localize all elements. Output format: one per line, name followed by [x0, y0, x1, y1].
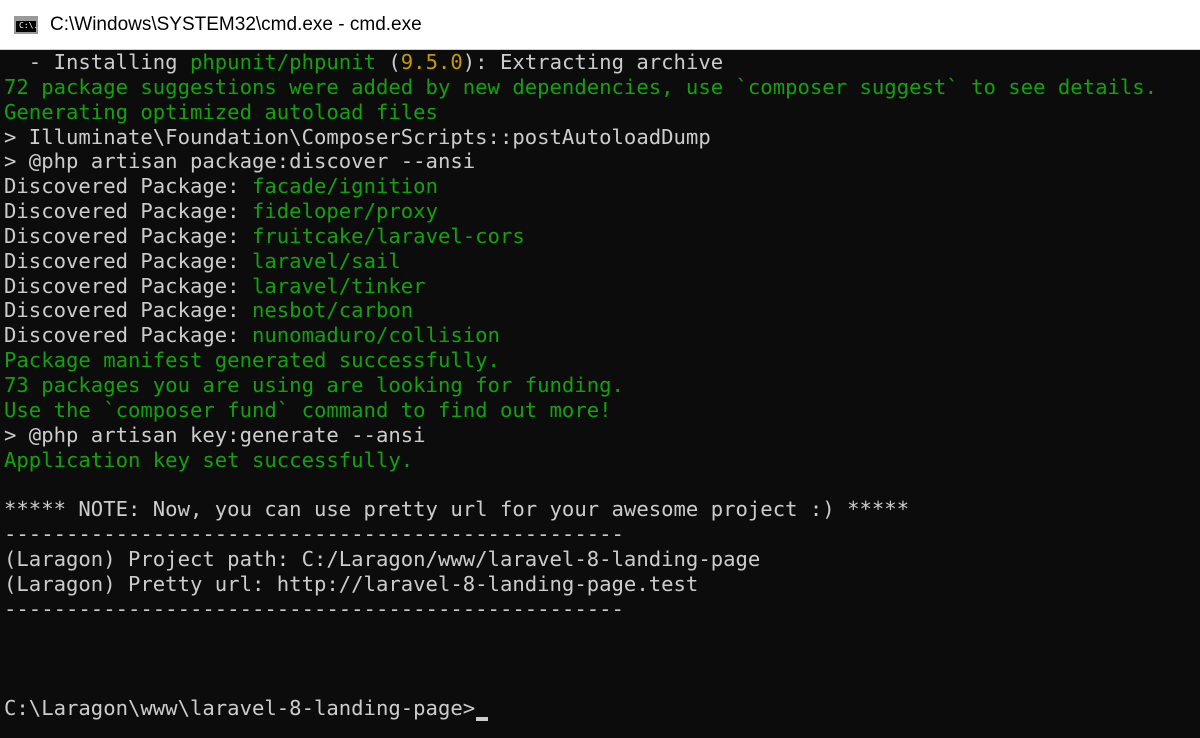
discover-command-line: > @php artisan package:discover --ansi	[4, 149, 476, 174]
discovered-label: Discovered Package:	[4, 273, 252, 298]
install-package: phpunit/phpunit	[189, 50, 376, 74]
discovered-package-line: Discovered Package: laravel/sail	[4, 249, 1200, 274]
key-command-line: > @php artisan key:generate --ansi	[4, 422, 426, 447]
note-line: ***** NOTE: Now, you can use pretty url …	[4, 497, 910, 522]
command-prompt[interactable]: C:\Laragon\www\laravel-8-landing-page>	[4, 695, 489, 721]
divider-line: ----------------------------------------…	[4, 596, 624, 621]
discovered-label: Discovered Package:	[4, 248, 252, 273]
discovered-label: Discovered Package:	[4, 199, 252, 224]
manifest-line: Package manifest generated successfully.	[4, 348, 500, 373]
text-cursor	[476, 717, 489, 721]
divider-line: ----------------------------------------…	[4, 522, 624, 547]
key-done-line: Application key set successfully.	[4, 447, 414, 472]
discovered-package-line: Discovered Package: laravel/tinker	[4, 274, 1200, 299]
post-dump-line: > Illuminate\Foundation\ComposerScripts:…	[4, 124, 711, 149]
autoload-line: Generating optimized autoload files	[4, 99, 438, 124]
discovered-package-line: Discovered Package: nunomaduro/collision	[4, 323, 1200, 348]
cmd-console-icon: C:\.	[14, 15, 39, 34]
cmd-window: C:\. C:\Windows\SYSTEM32\cmd.exe - cmd.e…	[0, 0, 1200, 738]
install-line: - Installing phpunit/phpunit (9.5.0): Ex…	[4, 50, 1200, 75]
discovered-package-name: nunomaduro/collision	[251, 323, 500, 348]
discovered-package-line: Discovered Package: nesbot/carbon	[4, 298, 1200, 323]
install-version: 9.5.0	[400, 50, 463, 74]
discovered-package-name: laravel/tinker	[251, 273, 426, 298]
discovered-label: Discovered Package:	[4, 298, 252, 323]
install-prefix: - Installing	[4, 50, 190, 74]
discovered-package-line: Discovered Package: fruitcake/laravel-co…	[4, 224, 1200, 249]
discovered-package-name: laravel/sail	[251, 248, 401, 273]
install-suffix: ): Extracting archive	[462, 50, 724, 74]
discovered-package-name: nesbot/carbon	[251, 298, 414, 323]
discovered-package-name: fruitcake/laravel-cors	[251, 223, 525, 248]
discovered-label: Discovered Package:	[4, 323, 252, 348]
suggestions-line: 72 package suggestions were added by new…	[4, 74, 1158, 99]
install-paren: (	[375, 50, 401, 74]
cmd-icon-glyph: C:\.	[19, 20, 39, 30]
discovered-label: Discovered Package:	[4, 223, 252, 248]
project-path-line: (Laragon) Project path: C:/Laragon/www/l…	[4, 546, 761, 571]
discovered-package-line: Discovered Package: fideloper/proxy	[4, 199, 1200, 224]
discovered-package-line: Discovered Package: facade/ignition	[4, 174, 1200, 199]
console-output[interactable]: - Installing phpunit/phpunit (9.5.0): Ex…	[0, 50, 1200, 738]
prompt-path: C:\Laragon\www\laravel-8-landing-page>	[4, 696, 476, 720]
fund-hint-line: Use the `composer fund` command to find …	[4, 397, 612, 422]
discovered-package-name: fideloper/proxy	[251, 199, 438, 224]
pretty-url-line: (Laragon) Pretty url: http://laravel-8-l…	[4, 571, 699, 596]
discovered-package-name: facade/ignition	[251, 174, 438, 199]
discovered-label: Discovered Package:	[4, 174, 252, 199]
title-bar[interactable]: C:\. C:\Windows\SYSTEM32\cmd.exe - cmd.e…	[0, 0, 1200, 50]
funding-line: 73 packages you are using are looking fo…	[4, 372, 624, 397]
window-title: C:\Windows\SYSTEM32\cmd.exe - cmd.exe	[50, 13, 422, 35]
